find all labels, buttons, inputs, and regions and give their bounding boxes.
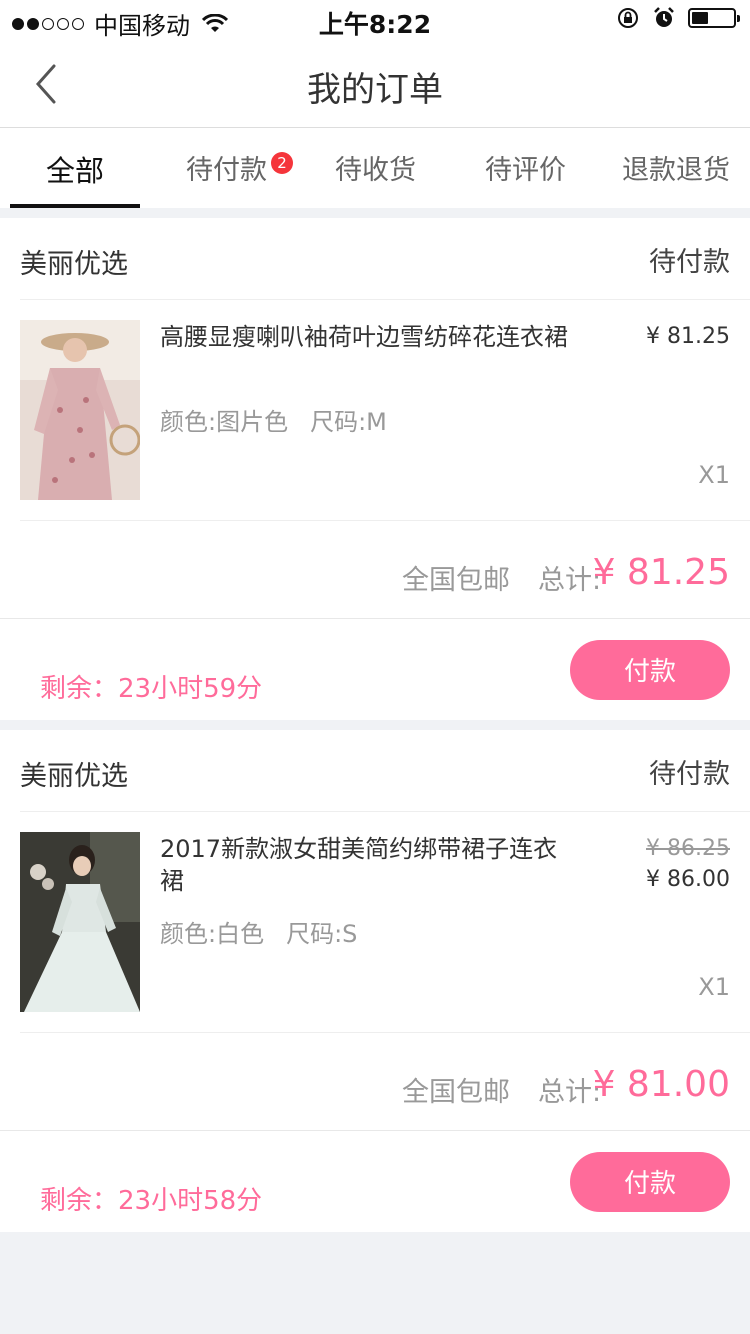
product-spec: 颜色:白色 尺码:S bbox=[160, 914, 357, 949]
active-tab-indicator bbox=[10, 204, 140, 208]
payment-countdown: 剩余：23小时58分 bbox=[40, 1186, 263, 1216]
shipping-info: 全国包邮 bbox=[402, 1077, 510, 1108]
payment-countdown: 剩余：23小时59分 bbox=[40, 674, 263, 704]
order-card: 美丽优选 待付款 高腰显瘦喇叭袖荷叶边雪纺碎花连衣裙 颜色:图片色 尺码:M ¥ … bbox=[0, 218, 750, 720]
product-price: ¥ 86.00 bbox=[646, 867, 730, 892]
tab-pending-review[interactable]: 待评价 bbox=[485, 148, 566, 187]
order-tabs: 全部 待付款 2 待收货 待评价 退款退货 bbox=[0, 128, 750, 208]
battery-icon bbox=[688, 8, 740, 28]
tab-pending-receipt[interactable]: 待收货 bbox=[335, 148, 416, 187]
product-name[interactable]: 高腰显瘦喇叭袖荷叶边雪纺碎花连衣裙 bbox=[160, 321, 580, 353]
product-color: 颜色:白色 bbox=[160, 920, 265, 948]
original-price: ¥ 86.25 bbox=[646, 836, 730, 861]
alarm-icon bbox=[654, 7, 674, 27]
navigation-bar: 我的订单 bbox=[0, 40, 750, 128]
tab-refund[interactable]: 退款退货 bbox=[622, 148, 730, 187]
tab-label: 全部 bbox=[45, 154, 104, 188]
product-color: 颜色:图片色 bbox=[160, 408, 289, 436]
divider bbox=[20, 520, 750, 521]
tab-label: 待收货 bbox=[335, 155, 416, 186]
shipping-info: 全国包邮 bbox=[402, 565, 510, 596]
shop-name[interactable]: 美丽优选 bbox=[20, 754, 128, 793]
product-quantity: X1 bbox=[698, 461, 730, 489]
shop-name[interactable]: 美丽优选 bbox=[20, 242, 128, 281]
order-total: ¥ 81.00 bbox=[592, 1064, 730, 1105]
product-quantity: X1 bbox=[698, 973, 730, 1001]
order-status: 待付款 bbox=[649, 759, 730, 790]
product-price: ¥ 81.25 bbox=[646, 324, 730, 349]
divider bbox=[0, 1130, 750, 1131]
order-status: 待付款 bbox=[649, 247, 730, 278]
product-name[interactable]: 2017新款淑女甜美简约绑带裙子连衣裙 bbox=[160, 833, 580, 897]
tab-label: 待评价 bbox=[485, 155, 566, 186]
pay-button[interactable]: 付款 bbox=[570, 1152, 730, 1212]
divider bbox=[20, 299, 750, 300]
product-image[interactable] bbox=[20, 832, 140, 1012]
divider bbox=[20, 1032, 750, 1033]
status-bar: 中国移动 上午8:22 bbox=[0, 0, 750, 40]
page-title: 我的订单 bbox=[307, 70, 443, 110]
tab-label: 待付款 bbox=[186, 155, 267, 186]
order-total: ¥ 81.25 bbox=[592, 552, 730, 593]
status-right bbox=[616, 6, 740, 30]
order-card: 美丽优选 待付款 2017新款淑女甜美简约绑带裙子连衣裙 颜色:白色 尺码:S ¥… bbox=[0, 730, 750, 1232]
count-badge: 2 bbox=[271, 152, 293, 174]
divider bbox=[0, 618, 750, 619]
divider bbox=[20, 811, 750, 812]
tab-pending-payment[interactable]: 待付款 2 bbox=[186, 148, 293, 187]
product-spec: 颜色:图片色 尺码:M bbox=[160, 402, 387, 437]
product-size: 尺码:M bbox=[310, 408, 387, 436]
battery-level bbox=[692, 12, 708, 24]
product-image[interactable] bbox=[20, 320, 140, 500]
pay-button[interactable]: 付款 bbox=[570, 640, 730, 700]
tab-label: 退款退货 bbox=[622, 155, 730, 186]
rotation-lock-icon bbox=[618, 8, 638, 28]
product-size: 尺码:S bbox=[286, 920, 358, 948]
tab-all[interactable]: 全部 bbox=[10, 148, 140, 190]
